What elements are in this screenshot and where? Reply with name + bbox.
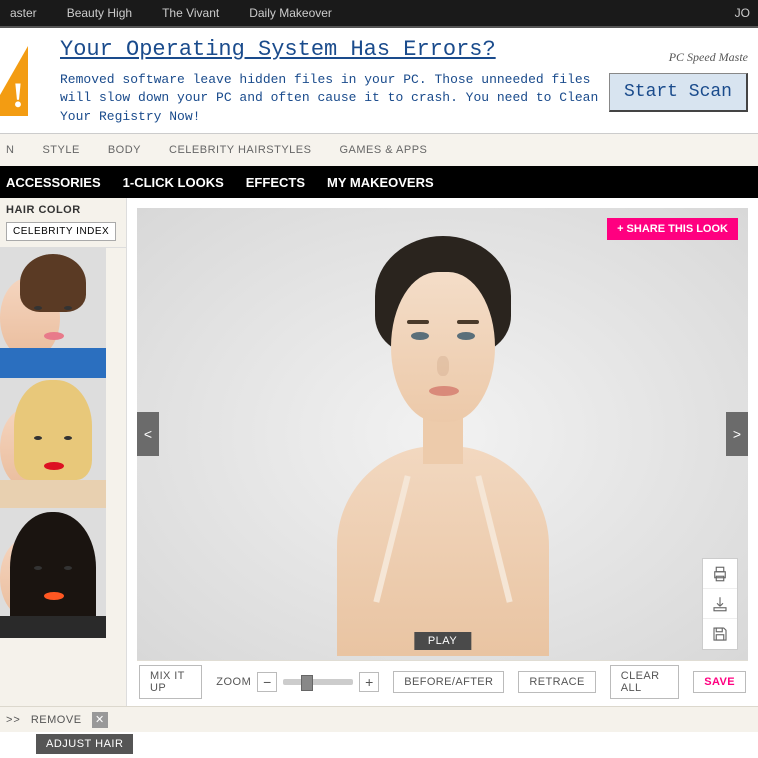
ad-copy: Your Operating System Has Errors? Remove… xyxy=(60,35,608,125)
topnav-right[interactable]: JO xyxy=(735,6,750,20)
zoom-label: ZOOM xyxy=(216,676,251,688)
download-icon[interactable] xyxy=(703,589,737,619)
main-area: HAIR COLOR CELEBRITY INDEX + SHARE THIS … xyxy=(0,198,758,706)
ad-headline[interactable]: Your Operating System Has Errors? xyxy=(60,35,496,66)
celebrity-thumb[interactable] xyxy=(0,508,106,638)
stage-panel: + SHARE THIS LOOK < > PLAY MI xyxy=(126,198,758,706)
nav-item[interactable]: N xyxy=(6,144,14,156)
nav-primary: N STYLE BODY CELEBRITY HAIRSTYLES GAMES … xyxy=(0,134,758,166)
close-icon[interactable]: ✕ xyxy=(92,712,108,728)
topnav-item[interactable]: aster xyxy=(10,6,37,20)
zoom-in-button[interactable]: + xyxy=(359,672,379,692)
warning-icon xyxy=(0,46,28,116)
ad-body: Removed software leave hidden files in y… xyxy=(60,71,608,126)
topnav-item[interactable]: The Vivant xyxy=(162,6,219,20)
prev-arrow-button[interactable]: < xyxy=(137,412,159,456)
ad-source: PC Speed Maste xyxy=(669,50,748,65)
nav-item[interactable]: GAMES & APPS xyxy=(339,144,427,156)
start-scan-button[interactable]: Start Scan xyxy=(609,73,748,112)
stage-side-tools xyxy=(702,558,738,650)
share-this-look-button[interactable]: + SHARE THIS LOOK xyxy=(607,218,738,240)
retrace-button[interactable]: RETRACE xyxy=(518,671,595,693)
sidebar-title: HAIR COLOR xyxy=(6,204,120,216)
clear-all-button[interactable]: CLEAR ALL xyxy=(610,665,679,699)
play-button[interactable]: PLAY xyxy=(414,632,471,650)
print-icon[interactable] xyxy=(703,559,737,589)
adjust-hair-button[interactable]: ADJUST HAIR xyxy=(36,734,133,754)
remove-label[interactable]: REMOVE xyxy=(31,714,82,726)
save-button[interactable]: SAVE xyxy=(693,671,746,693)
nav-item[interactable]: CELEBRITY HAIRSTYLES xyxy=(169,144,311,156)
celebrity-thumbs xyxy=(0,248,126,638)
sidebar-footer: >> REMOVE ✕ xyxy=(0,706,758,732)
nav-item[interactable]: BODY xyxy=(108,144,141,156)
mix-it-up-button[interactable]: MIX IT UP xyxy=(139,665,202,699)
zoom-controls: ZOOM − + xyxy=(216,672,379,692)
expand-icon[interactable]: >> xyxy=(6,714,21,726)
tab-my-makeovers[interactable]: MY MAKEOVERS xyxy=(327,175,434,190)
topnav-item[interactable]: Beauty High xyxy=(67,6,132,20)
zoom-slider[interactable] xyxy=(283,679,353,685)
model-figure xyxy=(313,214,573,654)
celebrity-index-button[interactable]: CELEBRITY INDEX xyxy=(6,222,116,241)
celebrity-thumb[interactable] xyxy=(0,248,106,378)
top-network-bar: aster Beauty High The Vivant Daily Makeo… xyxy=(0,0,758,28)
sidebar: HAIR COLOR CELEBRITY INDEX xyxy=(0,198,126,706)
model-stage: + SHARE THIS LOOK < > PLAY xyxy=(137,208,748,660)
save-disk-icon[interactable] xyxy=(703,619,737,649)
nav-secondary: ACCESSORIES 1-CLICK LOOKS EFFECTS MY MAK… xyxy=(0,166,758,198)
ad-banner: Your Operating System Has Errors? Remove… xyxy=(0,28,758,134)
topnav-item[interactable]: Daily Makeover xyxy=(249,6,332,20)
before-after-button[interactable]: BEFORE/AFTER xyxy=(393,671,504,693)
nav-item[interactable]: STYLE xyxy=(42,144,79,156)
celebrity-thumb[interactable] xyxy=(0,378,106,508)
stage-toolbar: MIX IT UP ZOOM − + BEFORE/AFTER RETRACE … xyxy=(137,660,748,696)
zoom-out-button[interactable]: − xyxy=(257,672,277,692)
tab-accessories[interactable]: ACCESSORIES xyxy=(6,175,101,190)
tab-1click-looks[interactable]: 1-CLICK LOOKS xyxy=(123,175,224,190)
tab-effects[interactable]: EFFECTS xyxy=(246,175,305,190)
next-arrow-button[interactable]: > xyxy=(726,412,748,456)
